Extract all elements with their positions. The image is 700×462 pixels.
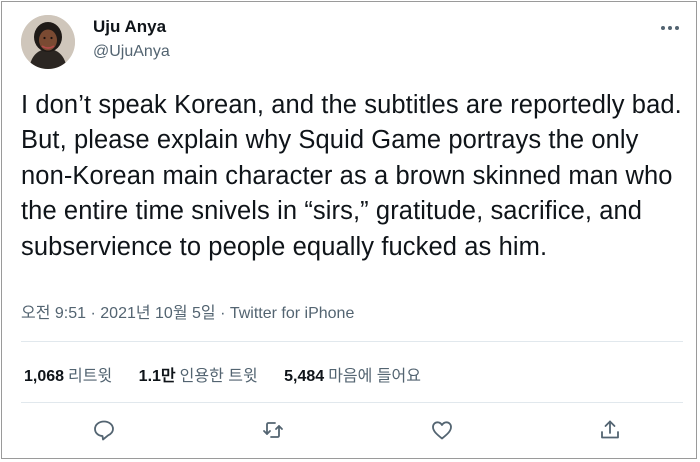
retweets-count: 1,068 xyxy=(24,368,65,385)
likes-label: 마음에 들어요 xyxy=(328,368,421,385)
tweet-date[interactable]: 2021년 10월 5일 xyxy=(100,305,215,322)
retweet-button[interactable] xyxy=(259,416,287,444)
tweet-card: Uju Anya @UjuAnya I don’t speak Korean, … xyxy=(1,1,697,459)
share-button[interactable] xyxy=(596,416,624,444)
likes-stat[interactable]: 5,484 마음에 들어요 xyxy=(284,362,421,386)
quotes-stat[interactable]: 1.1만 인용한 트윗 xyxy=(139,362,258,386)
author-handle[interactable]: @UjuAnya xyxy=(93,43,170,61)
retweets-label: 리트윗 xyxy=(68,368,113,385)
reply-icon xyxy=(94,420,114,441)
retweets-stat[interactable]: 1,068 리트윗 xyxy=(24,362,112,386)
divider xyxy=(21,402,683,403)
quotes-count: 1.1만 xyxy=(138,368,176,385)
more-options-button[interactable] xyxy=(656,14,684,42)
share-icon xyxy=(601,420,619,439)
like-button[interactable] xyxy=(428,416,456,444)
meta-separator: · xyxy=(90,305,96,322)
like-icon xyxy=(432,421,452,440)
author-name[interactable]: Uju Anya xyxy=(93,17,166,37)
profile-photo xyxy=(21,15,75,69)
retweet-icon xyxy=(263,422,283,438)
likes-count: 5,484 xyxy=(284,368,325,385)
avatar[interactable] xyxy=(21,15,75,69)
divider xyxy=(21,341,683,342)
tweet-metadata: 오전 9:51 · 2021년 10월 5일 · Twitter for iPh… xyxy=(21,299,354,323)
meta-separator: · xyxy=(220,305,226,322)
quotes-label: 인용한 트윗 xyxy=(179,368,258,385)
engagement-stats: 1,068 리트윗 1.1만 인용한 트윗 5,484 마음에 들어요 xyxy=(24,362,443,386)
reply-button[interactable] xyxy=(90,416,118,444)
tweet-source[interactable]: Twitter for iPhone xyxy=(230,305,355,322)
more-icon xyxy=(661,26,679,30)
tweet-text: I don’t speak Korean, and the subtitles … xyxy=(21,91,682,261)
tweet-time[interactable]: 오전 9:51 xyxy=(21,305,86,322)
